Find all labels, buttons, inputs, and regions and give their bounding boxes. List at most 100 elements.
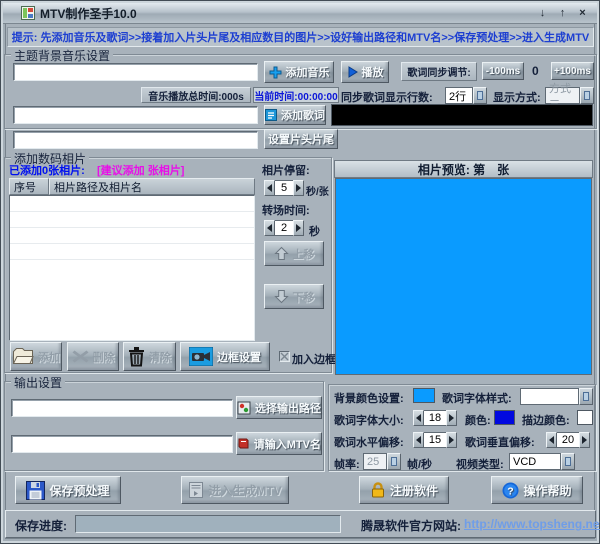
font-color-swatch[interactable] [494, 410, 515, 425]
site-label: 腾晟软件官方网站: [361, 519, 461, 533]
photos-added-label: 已添加0张相片: [9, 165, 85, 177]
question-icon: ? [502, 482, 519, 498]
register-button[interactable]: 注册软件 [359, 476, 449, 504]
transition-increment-button[interactable] [293, 220, 304, 236]
v-offset-increment-button[interactable] [579, 432, 590, 448]
font-size-increment-button[interactable] [446, 410, 457, 426]
save-progress-label: 保存进度: [15, 519, 67, 533]
font-style-dropdown[interactable] [520, 388, 593, 405]
register-label: 注册软件 [389, 483, 438, 498]
delete-photo-button[interactable]: 删除 [67, 342, 119, 371]
photo-list[interactable] [9, 195, 255, 341]
framerate-label: 帧率: [334, 459, 360, 471]
help-button[interactable]: ? 操作帮助 [491, 476, 583, 504]
move-up-label: 上移 [292, 248, 315, 261]
transition-decrement-button[interactable] [264, 220, 275, 236]
add-music-label: 添加音乐 [285, 67, 330, 79]
lyrics-preview-box [331, 104, 593, 126]
lines-dropdown[interactable]: 2行 [445, 87, 487, 104]
add-music-button[interactable]: 添加音乐 [264, 61, 334, 83]
select-path-button[interactable]: 选择输出路径 [236, 396, 322, 419]
generate-mtv-button[interactable]: 进入生成MTV [181, 476, 289, 504]
v-offset-decrement-button[interactable] [546, 432, 557, 448]
checkbox-x-icon [280, 352, 289, 361]
sync-adjust-label: 歌词同步调节: [401, 62, 477, 81]
h-offset-spinner: 15 [413, 432, 457, 448]
display-mode-dropdown[interactable]: 方式三 [545, 83, 594, 111]
minus-100ms-button[interactable]: -100ms [482, 62, 524, 80]
save-progress-bar [75, 515, 341, 533]
photo-list-rows [10, 196, 254, 260]
restore-icon[interactable]: ↑ [556, 6, 569, 20]
help-label: 操作帮助 [523, 483, 572, 498]
set-intro-button[interactable]: 设置片头片尾 [264, 129, 338, 149]
video-type-dropdown-button[interactable] [561, 453, 575, 470]
site-link[interactable]: http://www.topsheng.net [464, 517, 600, 531]
stay-decrement-button[interactable] [264, 180, 275, 196]
save-preprocess-label: 保存预处理 [49, 483, 110, 498]
display-mode-value: 方式三 [545, 83, 580, 111]
photos-suggest-label: [建议添加 张相片] [97, 165, 185, 177]
font-style-dropdown-button[interactable] [579, 388, 593, 405]
plus-100ms-button[interactable]: +100ms [551, 62, 594, 80]
floppy-icon [26, 480, 46, 500]
lines-value: 2行 [445, 87, 473, 104]
stay-unit: 秒/张 [306, 187, 329, 198]
output-group: 输出设置 [4, 374, 324, 471]
film-icon [189, 482, 204, 498]
current-time-label: 当前时间:00:00:00 [253, 87, 339, 103]
column-no[interactable]: 序号 [9, 178, 49, 195]
intro-path-input[interactable] [13, 131, 258, 149]
video-type-label: 视频类型: [456, 459, 504, 471]
add-photo-button[interactable]: 添加 [10, 342, 62, 371]
add-lyrics-button[interactable]: 添加歌词 [264, 105, 326, 125]
minimize-icon[interactable]: ↓ [536, 6, 549, 20]
video-type-dropdown[interactable]: VCD [509, 453, 575, 470]
camera-icon [189, 347, 213, 366]
output-path-input[interactable] [11, 399, 233, 417]
stay-increment-button[interactable] [293, 180, 304, 196]
framerate-dropdown[interactable]: 25 [363, 453, 401, 470]
h-offset-increment-button[interactable] [446, 432, 457, 448]
hint-text: 提示: 先添加音乐及歌词>>接着加入片头片尾及相应数目的图片>>设好输出路径和M… [11, 32, 590, 44]
transition-value: 2 [275, 220, 293, 236]
add-border-checkbox[interactable] [279, 351, 290, 362]
x-icon [72, 350, 88, 363]
v-offset-value: 20 [557, 432, 579, 448]
transition-unit: 秒 [309, 226, 320, 238]
save-preprocess-button[interactable]: 保存预处理 [15, 476, 121, 504]
move-down-label: 下移 [292, 291, 315, 304]
move-down-button[interactable]: 下移 [264, 284, 324, 309]
close-icon[interactable]: × [576, 6, 589, 20]
stay-label: 相片停留: [262, 165, 310, 177]
title-bar: MTV制作圣手10.0 ↓ ↑ × [3, 3, 597, 24]
bg-color-swatch[interactable] [413, 388, 435, 403]
framerate-dropdown-button[interactable] [387, 453, 401, 470]
output-group-title: 输出设置 [11, 374, 66, 391]
outline-color-swatch[interactable] [577, 410, 593, 425]
window-controls: ↓ ↑ × [536, 6, 589, 20]
framerate-unit: 帧/秒 [407, 459, 433, 471]
mtv-name-input[interactable] [11, 435, 233, 453]
music-path-input[interactable] [13, 63, 258, 81]
play-button[interactable]: 播放 [341, 61, 389, 83]
lines-dropdown-button[interactable] [473, 87, 487, 104]
font-size-decrement-button[interactable] [413, 410, 424, 426]
font-color-label: 颜色: [465, 415, 491, 427]
output-path-icon [237, 401, 251, 414]
clear-photos-button[interactable]: 清除 [123, 342, 176, 371]
h-offset-value: 15 [424, 432, 446, 448]
move-up-button[interactable]: 上移 [264, 241, 324, 266]
font-size-label: 歌词字体大小: [334, 415, 404, 427]
border-settings-button[interactable]: 边框设置 [180, 342, 270, 371]
column-path[interactable]: 相片路径及相片名 [49, 178, 255, 195]
app-icon [21, 6, 35, 20]
select-path-label: 选择输出路径 [255, 402, 321, 415]
font-size-spinner: 18 [413, 410, 457, 426]
transition-label: 转场时间: [262, 205, 310, 217]
v-offset-label: 歌词垂直偏移: [465, 437, 535, 449]
enter-name-button[interactable]: 请输入MTV名 [236, 432, 322, 455]
lyrics-path-input[interactable] [13, 106, 258, 124]
display-mode-dropdown-button[interactable] [580, 87, 594, 104]
h-offset-decrement-button[interactable] [413, 432, 424, 448]
